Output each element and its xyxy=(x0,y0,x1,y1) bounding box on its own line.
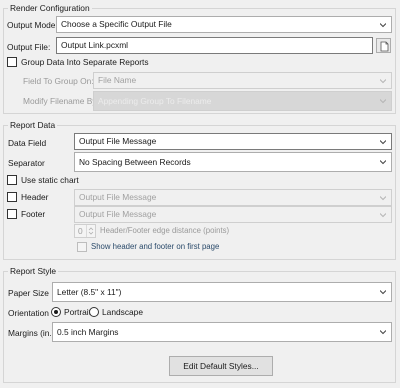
portrait-radio[interactable] xyxy=(51,307,61,317)
data-field-label: Data Field xyxy=(8,138,47,148)
header-value: Output File Message xyxy=(79,192,157,202)
browse-file-button[interactable] xyxy=(376,38,391,53)
output-file-label: Output File: xyxy=(7,42,51,52)
report-style-title: Report Style xyxy=(8,266,59,277)
separator-dropdown[interactable]: No Spacing Between Records xyxy=(74,152,392,172)
modify-filename-label: Modify Filename By: xyxy=(23,96,99,106)
stepper-arrows-icon[interactable] xyxy=(86,225,95,237)
footer-label: Footer xyxy=(21,209,46,219)
use-static-chart-checkbox[interactable] xyxy=(7,175,17,185)
group-data-label: Group Data Into Separate Reports xyxy=(21,57,149,67)
footer-checkbox[interactable] xyxy=(7,209,17,219)
chevron-down-icon xyxy=(380,195,386,201)
show-header-footer-checkbox[interactable] xyxy=(77,242,87,252)
report-data-title: Report Data xyxy=(8,120,58,131)
report-data-group: Report Data Data Field Output File Messa… xyxy=(3,120,396,260)
portrait-label: Portrait xyxy=(64,307,91,317)
field-to-group-value: File Name xyxy=(98,75,137,85)
modify-filename-dropdown[interactable]: Appending Group To Filename xyxy=(93,91,392,111)
edit-default-styles-button[interactable]: Edit Default Styles... xyxy=(169,356,273,376)
data-field-dropdown[interactable]: Output File Message xyxy=(74,133,392,150)
render-configuration-title: Render Configuration xyxy=(8,3,92,14)
file-icon xyxy=(380,41,389,52)
chevron-down-icon xyxy=(380,329,386,335)
chevron-down-icon xyxy=(380,22,386,28)
report-style-group: Report Style Paper Size Letter (8.5" x 1… xyxy=(3,266,396,383)
use-static-chart-label: Use static chart xyxy=(21,175,79,185)
output-mode-dropdown[interactable]: Choose a Specific Output File xyxy=(56,16,392,33)
chevron-down-icon xyxy=(380,159,386,165)
header-label: Header xyxy=(21,192,49,202)
chevron-down-icon xyxy=(380,78,386,84)
field-to-group-dropdown[interactable]: File Name xyxy=(93,72,392,89)
chevron-down-icon xyxy=(380,139,386,145)
margins-dropdown[interactable]: 0.5 inch Margins xyxy=(52,322,392,342)
footer-value: Output File Message xyxy=(79,209,157,219)
edge-distance-label: Header/Footer edge distance (points) xyxy=(100,226,230,235)
orientation-label: Orientation xyxy=(8,308,49,318)
header-checkbox[interactable] xyxy=(7,192,17,202)
paper-size-dropdown[interactable]: Letter (8.5" x 11") xyxy=(52,282,392,302)
margins-label: Margins (in.) xyxy=(8,328,55,338)
margins-value: 0.5 inch Margins xyxy=(57,327,119,337)
edge-distance-stepper[interactable]: 0 xyxy=(74,224,96,238)
chevron-down-icon xyxy=(380,98,386,104)
field-to-group-label: Field To Group On: xyxy=(23,76,94,86)
landscape-radio[interactable] xyxy=(89,307,99,317)
output-mode-label: Output Mode: xyxy=(7,20,58,30)
separator-value: No Spacing Between Records xyxy=(79,157,191,167)
output-file-input[interactable]: Output Link.pcxml xyxy=(56,37,373,54)
data-field-value: Output File Message xyxy=(79,136,157,146)
paper-size-value: Letter (8.5" x 11") xyxy=(57,287,122,297)
landscape-label: Landscape xyxy=(102,307,143,317)
paper-size-label: Paper Size xyxy=(8,288,49,298)
chevron-down-icon xyxy=(380,289,386,295)
footer-dropdown[interactable]: Output File Message xyxy=(74,206,392,223)
edge-distance-value: 0 xyxy=(78,226,83,236)
group-data-checkbox[interactable] xyxy=(7,57,17,67)
show-header-footer-label: Show header and footer on first page xyxy=(91,242,220,251)
separator-label: Separator xyxy=(8,158,45,168)
header-dropdown[interactable]: Output File Message xyxy=(74,189,392,206)
chevron-down-icon xyxy=(380,212,386,218)
render-configuration-group: Render Configuration Output Mode: Choose… xyxy=(3,3,396,114)
output-mode-value: Choose a Specific Output File xyxy=(61,19,172,29)
modify-filename-value: Appending Group To Filename xyxy=(98,96,212,106)
